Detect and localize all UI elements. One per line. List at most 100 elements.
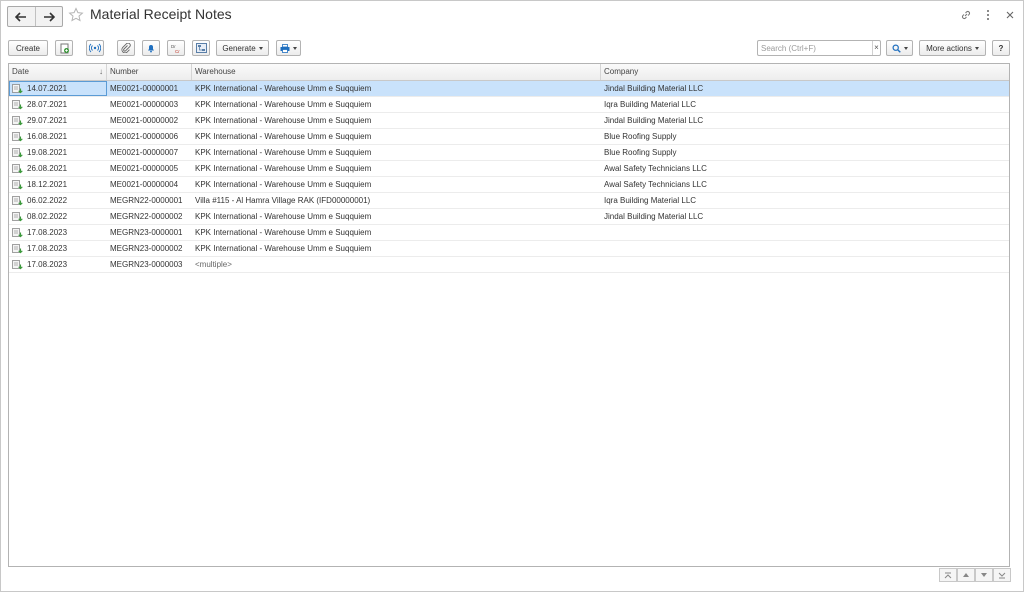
scroll-last-button[interactable] <box>993 568 1011 582</box>
column-header-date[interactable]: Date ↓ <box>9 64 107 80</box>
cell-number[interactable]: ME0021-00000001 <box>107 81 192 96</box>
table-row[interactable]: 26.08.2021 ME0021-00000005 KPK Internation… <box>9 161 1009 177</box>
cell-date[interactable]: 19.08.2021 <box>9 145 107 160</box>
cell-company[interactable]: Awal Safety Technicians LLC <box>601 161 1009 176</box>
cell-company[interactable]: Jindal Building Material LLC <box>601 81 1009 96</box>
date-value: 18.12.2021 <box>27 180 68 189</box>
help-button[interactable]: ? <box>992 40 1010 56</box>
table-row[interactable]: 16.08.2021 ME0021-00000006 KPK Internation… <box>9 129 1009 145</box>
cell-warehouse[interactable]: <multiple> <box>192 257 601 272</box>
cell-date[interactable]: 08.02.2022 <box>9 209 107 224</box>
cell-number[interactable]: MEGRN23-0000003 <box>107 257 192 272</box>
table-row[interactable]: 29.07.2021 ME0021-00000002 KPK Internation… <box>9 113 1009 129</box>
forward-button[interactable] <box>34 7 63 26</box>
column-header-company[interactable]: Company <box>601 64 1009 80</box>
cell-date[interactable]: 16.08.2021 <box>9 129 107 144</box>
scroll-down-button[interactable] <box>975 568 993 582</box>
cell-company[interactable] <box>601 241 1009 256</box>
scroll-first-button[interactable] <box>939 568 957 582</box>
cell-warehouse[interactable]: KPK International - Warehouse Umm e Suqq… <box>192 129 601 144</box>
cell-company[interactable]: Iqra Building Material LLC <box>601 193 1009 208</box>
hierarchy-icon <box>195 43 207 53</box>
post-button[interactable] <box>86 40 104 56</box>
cell-number[interactable]: ME0021-00000003 <box>107 97 192 112</box>
cell-warehouse[interactable]: KPK International - Warehouse Umm e Suqq… <box>192 81 601 96</box>
cell-number[interactable]: MEGRN23-0000001 <box>107 225 192 240</box>
reminder-button[interactable] <box>142 40 160 56</box>
dt-cr-button[interactable]: Dr Cr <box>167 40 185 56</box>
close-icon[interactable] <box>1003 8 1017 22</box>
receipt-document-icon <box>12 179 23 189</box>
cell-warehouse[interactable]: KPK International - Warehouse Umm e Suqq… <box>192 241 601 256</box>
structure-button[interactable] <box>192 40 210 56</box>
cell-number[interactable]: ME0021-00000002 <box>107 113 192 128</box>
table-row[interactable]: 28.07.2021 ME0021-00000003 KPK Internation… <box>9 97 1009 113</box>
more-actions-dropdown[interactable]: More actions <box>919 40 986 56</box>
link-icon[interactable] <box>959 8 973 22</box>
cell-company[interactable]: Jindal Building Material LLC <box>601 113 1009 128</box>
cell-number[interactable]: ME0021-00000007 <box>107 145 192 160</box>
create-button[interactable]: Create <box>8 40 48 56</box>
cell-date[interactable]: 29.07.2021 <box>9 113 107 128</box>
cell-warehouse[interactable]: KPK International - Warehouse Umm e Suqq… <box>192 145 601 160</box>
cell-number[interactable]: ME0021-00000005 <box>107 161 192 176</box>
search-clear-button[interactable]: × <box>872 41 880 55</box>
table-row[interactable]: 18.12.2021 ME0021-00000004 KPK Internation… <box>9 177 1009 193</box>
receipt-document-icon <box>12 259 23 269</box>
cell-warehouse[interactable]: KPK International - Warehouse Umm e Suqq… <box>192 177 601 192</box>
chevron-down-icon <box>293 46 297 50</box>
cell-company[interactable] <box>601 257 1009 272</box>
attachments-button[interactable] <box>117 40 135 56</box>
cell-number[interactable]: ME0021-00000006 <box>107 129 192 144</box>
create-button-label: Create <box>15 43 40 53</box>
favorite-star-icon[interactable] <box>68 7 84 23</box>
cell-company[interactable]: Blue Roofing Supply <box>601 129 1009 144</box>
cell-company[interactable]: Jindal Building Material LLC <box>601 209 1009 224</box>
cell-warehouse[interactable]: KPK International - Warehouse Umm e Suqq… <box>192 97 601 112</box>
table-row[interactable]: 19.08.2021 ME0021-00000007 KPK Internation… <box>9 145 1009 161</box>
receipt-document-icon <box>12 163 23 173</box>
receipt-document-icon <box>12 115 23 125</box>
broadcast-icon <box>89 43 101 53</box>
cell-company[interactable] <box>601 225 1009 240</box>
cell-date[interactable]: 18.12.2021 <box>9 177 107 192</box>
column-header-number[interactable]: Number <box>107 64 192 80</box>
receipt-document-icon <box>12 227 23 237</box>
search-options-dropdown[interactable] <box>886 40 913 56</box>
cell-warehouse[interactable]: KPK International - Warehouse Umm e Suqq… <box>192 225 601 240</box>
generate-dropdown[interactable]: Generate <box>216 40 269 56</box>
cell-company[interactable]: Iqra Building Material LLC <box>601 97 1009 112</box>
cell-warehouse[interactable]: KPK International - Warehouse Umm e Suqq… <box>192 113 601 128</box>
scroll-up-button[interactable] <box>957 568 975 582</box>
copy-button[interactable] <box>55 40 73 56</box>
cell-number[interactable]: MEGRN22-0000001 <box>107 193 192 208</box>
print-dropdown[interactable] <box>276 40 301 56</box>
table-row[interactable]: 17.08.2023 MEGRN23-0000001 KPK Internation… <box>9 225 1009 241</box>
cell-date[interactable]: 17.08.2023 <box>9 225 107 240</box>
table-row[interactable]: 17.08.2023 MEGRN23-0000003 <multiple> <box>9 257 1009 273</box>
search-input[interactable] <box>758 42 872 54</box>
cell-date[interactable]: 26.08.2021 <box>9 161 107 176</box>
back-button[interactable] <box>8 7 35 26</box>
cell-number[interactable]: MEGRN23-0000002 <box>107 241 192 256</box>
receipt-document-icon <box>12 131 23 141</box>
table-row[interactable]: 06.02.2022 MEGRN22-0000001 Villa #115 - Al… <box>9 193 1009 209</box>
cell-company[interactable]: Awal Safety Technicians LLC <box>601 177 1009 192</box>
cell-date[interactable]: 14.07.2021 <box>9 81 107 96</box>
table-row[interactable]: 14.07.2021 ME0021-00000001 KPK Internation… <box>9 81 1009 97</box>
date-value: 06.02.2022 <box>27 196 68 205</box>
cell-warehouse[interactable]: KPK International - Warehouse Umm e Suqq… <box>192 209 601 224</box>
cell-number[interactable]: MEGRN22-0000002 <box>107 209 192 224</box>
cell-date[interactable]: 17.08.2023 <box>9 241 107 256</box>
cell-company[interactable]: Blue Roofing Supply <box>601 145 1009 160</box>
cell-date[interactable]: 28.07.2021 <box>9 97 107 112</box>
more-options-icon[interactable] <box>981 8 995 22</box>
cell-warehouse[interactable]: Villa #115 - Al Hamra Village RAK (IFD00… <box>192 193 601 208</box>
cell-date[interactable]: 06.02.2022 <box>9 193 107 208</box>
cell-number[interactable]: ME0021-00000004 <box>107 177 192 192</box>
table-row[interactable]: 17.08.2023 MEGRN23-0000002 KPK Internation… <box>9 241 1009 257</box>
column-header-warehouse[interactable]: Warehouse <box>192 64 601 80</box>
table-row[interactable]: 08.02.2022 MEGRN22-0000002 KPK Internation… <box>9 209 1009 225</box>
cell-date[interactable]: 17.08.2023 <box>9 257 107 272</box>
cell-warehouse[interactable]: KPK International - Warehouse Umm e Suqq… <box>192 161 601 176</box>
